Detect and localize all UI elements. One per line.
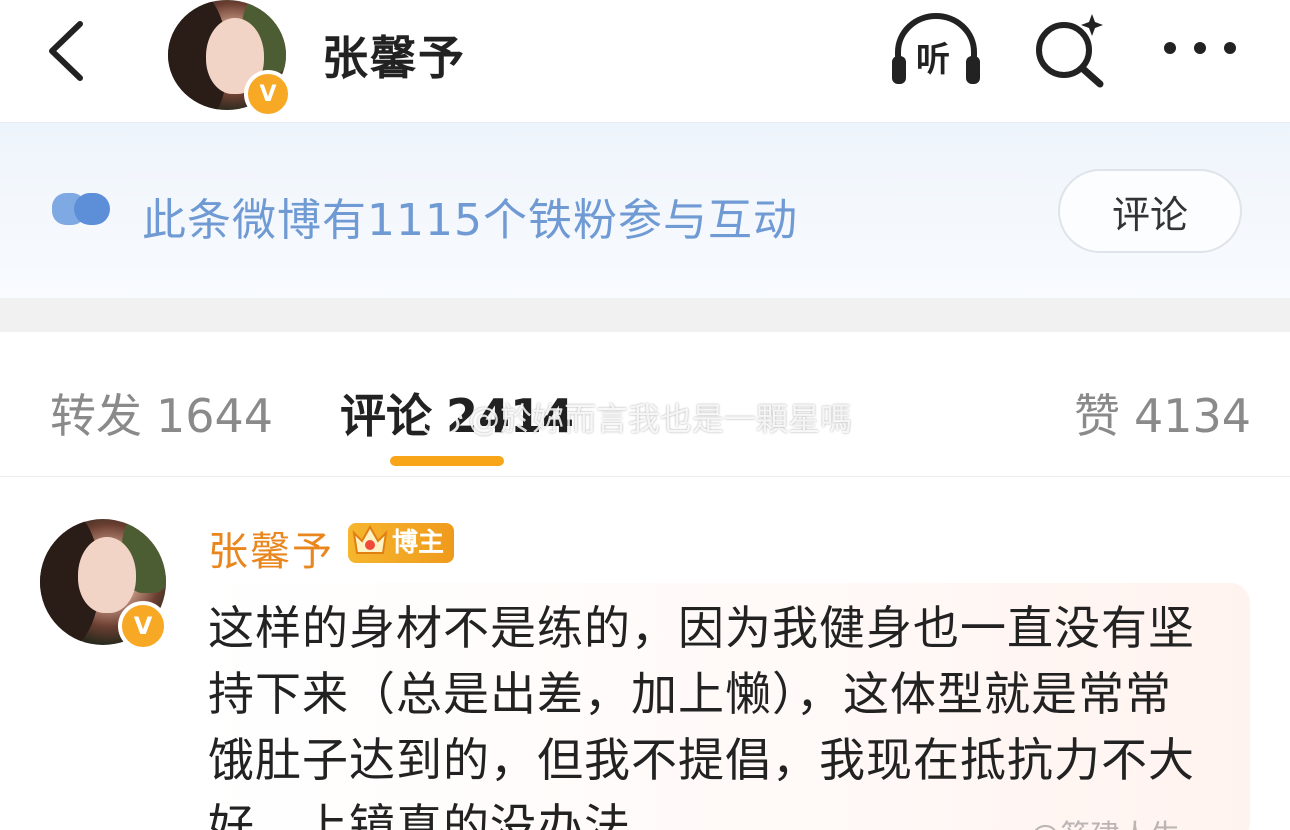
tab-repost-count: 1644 (156, 389, 274, 443)
blogger-badge-label: 博主 (392, 528, 445, 558)
watermark: @於妳而言我也是一顆星嗎 (420, 394, 852, 440)
verified-badge: V (244, 70, 292, 118)
fan-icon (52, 193, 110, 225)
watermark-text: @於妳而言我也是一顆星嗎 (468, 400, 853, 438)
tab-likes[interactable]: 赞 4134 (1074, 380, 1251, 446)
listen-label: 听 (916, 40, 950, 80)
comment-text: 这样的身材不是练的，因为我健身也一直没有坚持下来（总是出差，加上懒），这体型就是… (208, 601, 1195, 830)
tab-repost-label: 转发 (50, 389, 142, 443)
more-icon[interactable] (1160, 36, 1240, 60)
tab-bar: 转发 1644 评论 2414 赞 4134 @於妳而言我也是一顆星嗎 (0, 332, 1290, 477)
active-tab-indicator (390, 456, 504, 466)
page: V 张馨予 听 此条微博有1115个铁粉参与互动 评论 转发 1644 评论 2… (0, 0, 1290, 830)
comment-button[interactable]: 评论 (1058, 169, 1242, 253)
top-bar: V 张馨予 听 (0, 0, 1290, 122)
section-divider (0, 298, 1290, 332)
banner-text: 此条微博有1115个铁粉参与互动 (142, 195, 798, 246)
tab-likes-label: 赞 (1074, 389, 1120, 443)
tab-likes-count: 4134 (1134, 389, 1252, 443)
search-icon[interactable] (1030, 12, 1110, 88)
corner-watermark: @箭建人生 (1030, 811, 1180, 830)
tab-repost[interactable]: 转发 1644 (50, 380, 273, 446)
comment-item: V 张馨予 博主 这样的身材不是练的，因为我健身也一直没有坚持下来（总是出差，加… (0, 477, 1290, 830)
weibo-logo-icon (420, 408, 463, 436)
blogger-badge: 博主 (348, 523, 455, 563)
page-title: 张馨予 (322, 31, 466, 85)
back-icon[interactable] (40, 18, 96, 84)
comment-verified-badge: V (118, 601, 168, 651)
listen-icon[interactable]: 听 (888, 12, 984, 88)
crown-icon (352, 524, 388, 554)
tab-comments-label: 评论 (340, 389, 432, 443)
comment-username[interactable]: 张馨予 (208, 519, 334, 577)
